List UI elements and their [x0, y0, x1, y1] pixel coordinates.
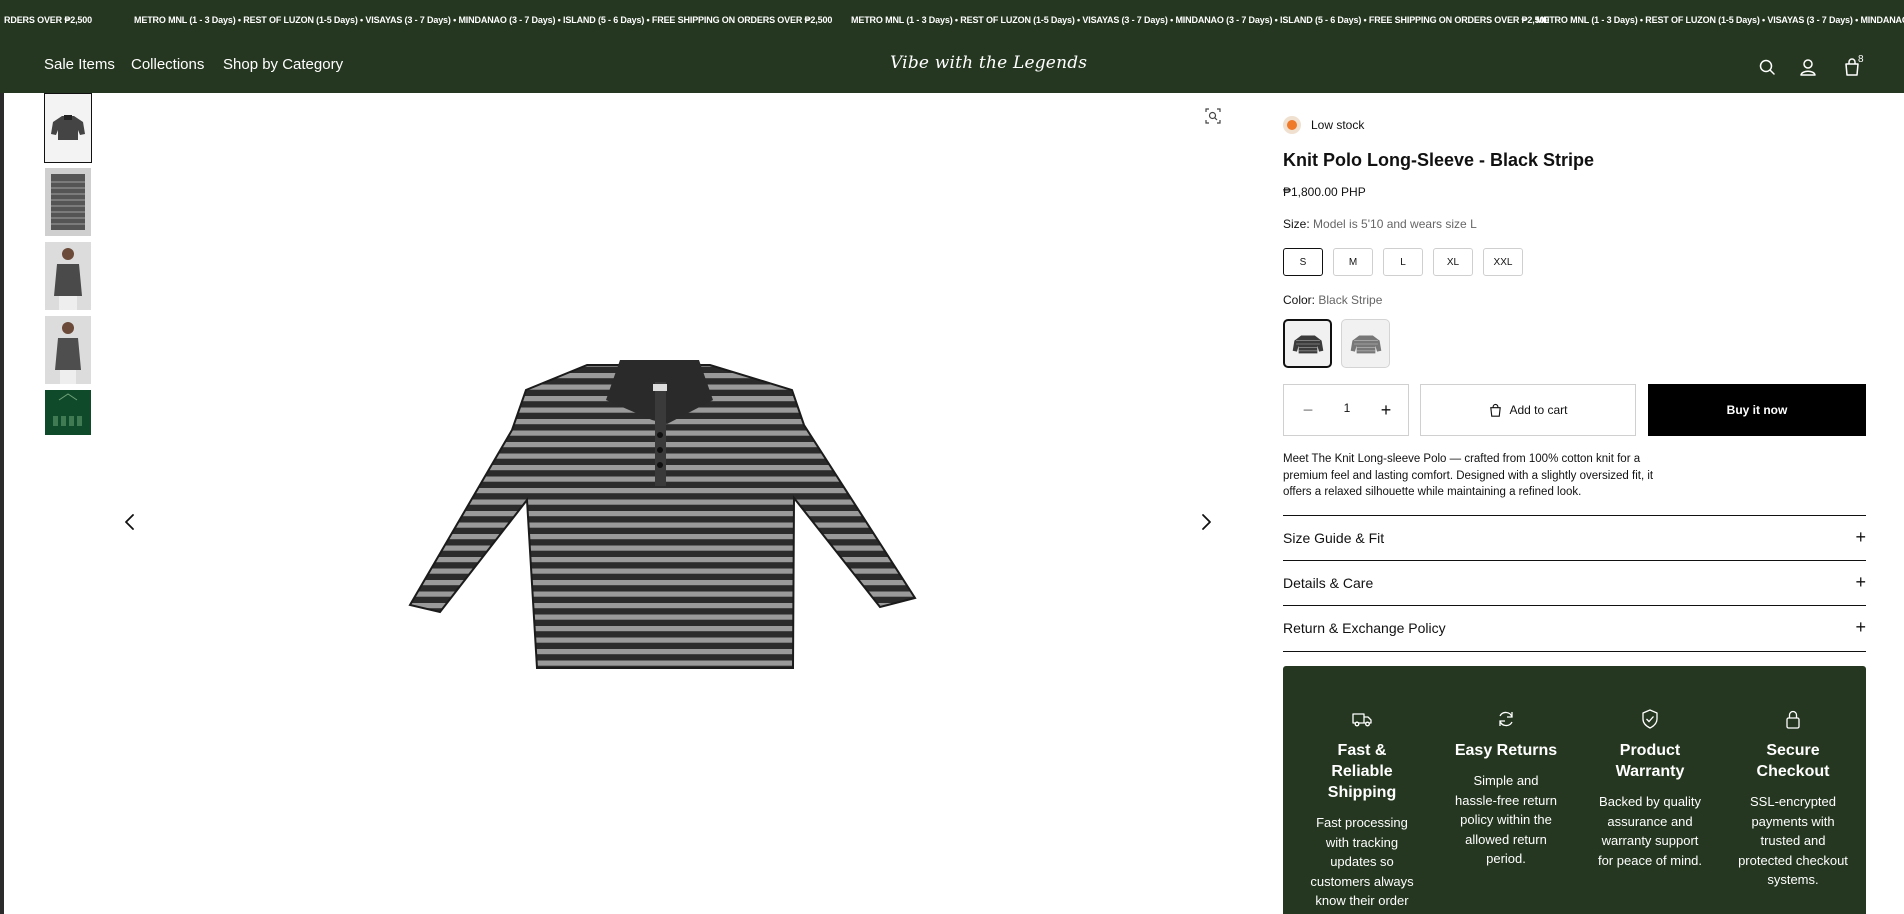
announcement-bar: RDERS OVER ₱2,500 METRO MNL (1 - 3 Days)… — [0, 0, 1904, 42]
size-option-xxl[interactable]: XXL — [1483, 248, 1523, 276]
product-price: ₱1,800.00 PHP — [1283, 185, 1366, 199]
color-swatch-alternate[interactable] — [1341, 319, 1390, 368]
accordion-label: Size Guide & Fit — [1283, 530, 1385, 546]
announcement-track: RDERS OVER ₱2,500 METRO MNL (1 - 3 Days)… — [0, 15, 1904, 29]
nav-collections[interactable]: Collections — [131, 56, 204, 73]
size-note: Model is 5'10 and wears size L — [1313, 217, 1477, 231]
quantity-increase-button[interactable]: + — [1374, 399, 1398, 423]
brand-logo[interactable]: Vibe with the Legends — [890, 53, 1087, 73]
nav-sale-items[interactable]: Sale Items — [44, 56, 115, 73]
color-label: Color: — [1283, 293, 1316, 307]
gallery-thumbnail[interactable] — [45, 390, 91, 435]
nav-shop-by-category[interactable]: Shop by Category — [223, 56, 343, 73]
shirt-detail-thumbnail-image — [51, 174, 85, 230]
stock-status-text: Low stock — [1311, 118, 1365, 132]
accordion-size-guide[interactable]: Size Guide & Fit + — [1283, 515, 1866, 560]
announcement-text: METRO MNL (1 - 3 Days) • REST OF LUZON (… — [134, 15, 833, 25]
previous-image-arrow[interactable] — [118, 510, 142, 534]
feature-warranty: Product Warranty Backed by quality assur… — [1595, 708, 1705, 870]
accordion-return-exchange[interactable]: Return & Exchange Policy + — [1283, 605, 1866, 650]
size-option-label: Size: Model is 5'10 and wears size L — [1283, 217, 1477, 231]
buy-now-button[interactable]: Buy it now — [1648, 384, 1866, 436]
shirt-thumbnail-image — [51, 115, 85, 140]
gallery-thumbnail[interactable] — [44, 93, 92, 163]
size-option-l[interactable]: L — [1383, 248, 1423, 276]
shield-check-icon — [1642, 709, 1658, 729]
window-edge — [0, 0, 4, 914]
feature-text: SSL-encrypted payments with trusted and … — [1738, 794, 1848, 887]
accordion-divider — [1283, 651, 1866, 652]
grey-stripe-swatch-image — [1350, 335, 1381, 353]
feature-secure-checkout: Secure Checkout SSL-encrypted payments w… — [1738, 708, 1848, 890]
feature-title: Fast & Reliable Shipping — [1327, 742, 1397, 801]
size-option-xl[interactable]: XL — [1433, 248, 1473, 276]
color-swatch-black-stripe[interactable] — [1283, 319, 1332, 368]
quantity-stepper: − 1 + — [1283, 384, 1409, 436]
accordion-details-care[interactable]: Details & Care + — [1283, 560, 1866, 605]
gallery-thumbnail[interactable] — [45, 316, 91, 384]
account-icon[interactable] — [1797, 56, 1819, 78]
plus-icon: + — [1855, 527, 1866, 547]
announcement-text: METRO MNL (1 - 3 Days) • REST OF LUZON (… — [1536, 15, 1904, 25]
bag-icon — [1490, 403, 1502, 417]
feature-text: Fast processing with tracking updates so… — [1310, 815, 1414, 908]
feature-title: Product Warranty — [1615, 742, 1685, 780]
add-to-cart-label: Add to cart — [1509, 403, 1568, 417]
feature-title: Secure Checkout — [1756, 742, 1830, 780]
feature-shipping: Fast & Reliable Shipping Fast processing… — [1307, 708, 1417, 911]
product-description: Meet The Knit Long-sleeve Polo — crafted… — [1283, 453, 1654, 498]
cart-count-badge: 8 — [1858, 54, 1864, 65]
size-option-m[interactable]: M — [1333, 248, 1373, 276]
site-header: Sale Items Collections Shop by Category … — [0, 42, 1904, 93]
feature-title: Easy Returns — [1454, 742, 1558, 759]
feature-text: Simple and hassle-free return policy wit… — [1455, 773, 1557, 866]
announcement-text: RDERS OVER ₱2,500 — [4, 15, 92, 25]
plus-icon: + — [1855, 617, 1866, 637]
refresh-icon — [1499, 711, 1513, 727]
size-label: Size: — [1283, 217, 1310, 231]
features-section: Fast & Reliable Shipping Fast processing… — [1283, 666, 1866, 914]
quantity-decrease-button[interactable]: − — [1296, 399, 1320, 423]
low-stock-dot-icon — [1283, 116, 1301, 134]
accordion-label: Return & Exchange Policy — [1283, 620, 1446, 636]
product-title: Knit Polo Long-Sleeve - Black Stripe — [1283, 150, 1595, 170]
lock-icon — [1786, 710, 1800, 729]
model-side-thumbnail-image — [55, 322, 81, 384]
add-to-cart-button[interactable]: Add to cart — [1420, 384, 1636, 436]
quantity-value[interactable]: 1 — [1336, 401, 1358, 415]
color-option-label: Color: Black Stripe — [1283, 293, 1382, 307]
zoom-icon[interactable] — [1200, 103, 1226, 129]
model-front-thumbnail-image — [54, 248, 82, 310]
color-selected-value: Black Stripe — [1318, 293, 1383, 307]
announcement-text: METRO MNL (1 - 3 Days) • REST OF LUZON (… — [851, 15, 1550, 25]
search-icon[interactable] — [1756, 56, 1778, 78]
gallery-thumbnail[interactable] — [45, 168, 91, 236]
plus-icon: + — [1855, 572, 1866, 592]
gallery-thumbnail[interactable] — [45, 242, 91, 310]
black-stripe-swatch-image — [1292, 335, 1323, 353]
accordion-label: Details & Care — [1283, 575, 1374, 591]
feature-returns: Easy Returns Simple and hassle-free retu… — [1451, 708, 1561, 869]
truck-icon — [1352, 713, 1372, 727]
feature-text: Backed by quality assurance and warranty… — [1597, 794, 1703, 868]
size-option-s[interactable]: S — [1283, 248, 1323, 276]
next-image-arrow[interactable] — [1194, 510, 1218, 534]
product-main-image — [408, 360, 917, 669]
brand-card-thumbnail-image — [53, 393, 82, 426]
